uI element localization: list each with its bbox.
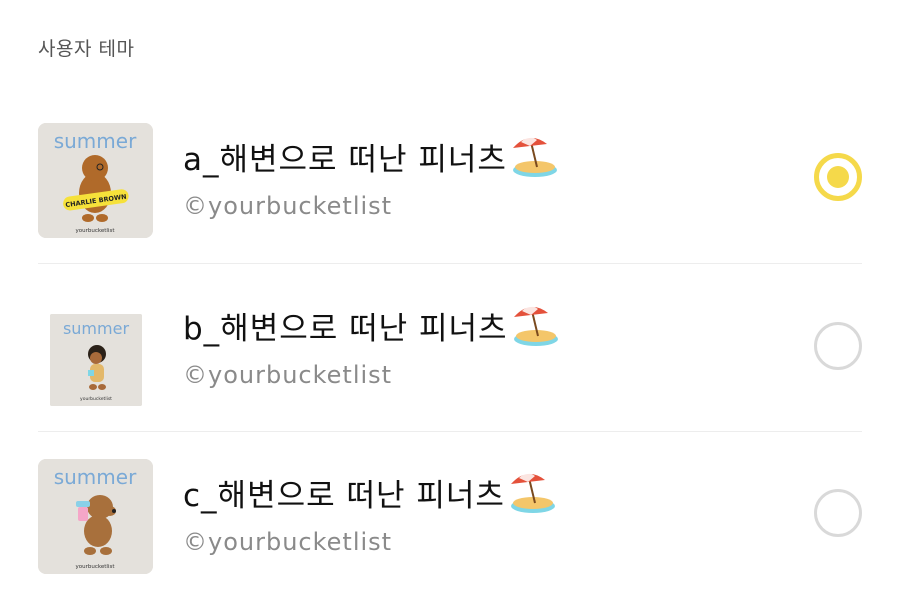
theme-name-text: a_해변으로 떠난 피너츠 — [183, 141, 507, 178]
radio-unselected-icon[interactable] — [814, 322, 862, 370]
theme-thumbnail-a: summer CHARLIE BROWN yourbucketlist — [38, 123, 153, 238]
theme-name-c: c_해변으로 떠난 피너츠 — [183, 470, 557, 514]
theme-author: ©yourbucketlist — [183, 528, 393, 556]
divider — [38, 431, 862, 432]
thumb-title: summer — [54, 465, 137, 489]
theme-author: ©yourbucketlist — [183, 192, 393, 220]
theme-row-a[interactable]: summer CHARLIE BROWN yourbucketlist a_해변… — [38, 116, 862, 246]
beach-umbrella-emoji-icon — [509, 134, 559, 178]
section-title: 사용자 테마 — [38, 38, 135, 60]
radio-selected-icon[interactable] — [814, 153, 862, 201]
thumb-footer: yourbucketlist — [76, 228, 116, 234]
theme-name-text: b_해변으로 떠난 피너츠 — [183, 310, 508, 347]
theme-thumbnail-b: summer yourbucketlist — [50, 314, 142, 406]
thumb-title: summer — [63, 319, 129, 338]
theme-name-text: c_해변으로 떠난 피너츠 — [183, 477, 505, 514]
theme-name-b: b_해변으로 떠난 피너츠 — [183, 303, 560, 347]
thumb-title: summer — [54, 129, 137, 153]
thumb-footer: yourbucketlist — [76, 564, 116, 570]
radio-unselected-icon[interactable] — [814, 489, 862, 537]
thumb-footer: yourbucketlist — [80, 396, 112, 402]
beach-umbrella-emoji-icon — [510, 303, 560, 347]
theme-row-c[interactable]: summer yourbucketlist c_해변으로 떠난 피너츠 ©you… — [38, 452, 862, 582]
theme-thumbnail-c: summer yourbucketlist — [38, 459, 153, 574]
theme-name-a: a_해변으로 떠난 피너츠 — [183, 134, 559, 178]
beach-umbrella-emoji-icon — [507, 470, 557, 514]
theme-row-b[interactable]: summer yourbucketlist b_해변으로 떠난 피너츠 ©you… — [38, 285, 862, 415]
divider — [38, 263, 862, 264]
theme-author: ©yourbucketlist — [183, 361, 393, 389]
